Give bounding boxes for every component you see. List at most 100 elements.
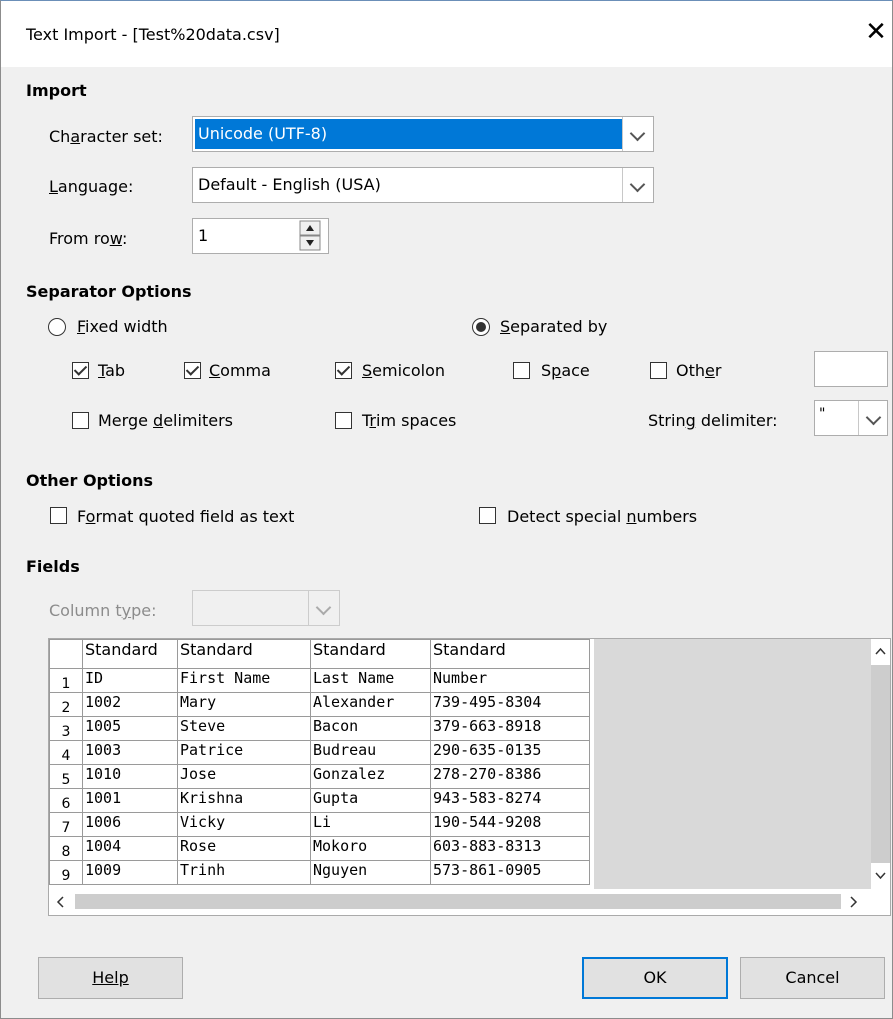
help-button[interactable]: Help [38, 957, 183, 999]
table-cell[interactable]: ID [82, 668, 178, 693]
table-cell[interactable]: Mokoro [310, 836, 431, 861]
semicolon-checkbox[interactable] [335, 362, 352, 379]
table-cell[interactable]: Last Name [310, 668, 431, 693]
chevron-down-icon[interactable] [308, 591, 339, 625]
other-checkbox[interactable] [650, 362, 667, 379]
table-cell[interactable]: 379-663-8918 [430, 716, 590, 741]
table-cell[interactable]: Trinh [177, 860, 311, 885]
scroll-down-icon[interactable] [871, 863, 890, 889]
table-cell[interactable]: Gonzalez [310, 764, 431, 789]
semicolon-label[interactable]: Semicolon [362, 361, 445, 380]
scroll-right-icon[interactable] [841, 889, 865, 915]
scroll-left-icon[interactable] [49, 889, 73, 915]
scroll-up-icon[interactable] [871, 639, 890, 665]
table-cell[interactable]: Rose [177, 836, 311, 861]
row-number[interactable]: 4 [49, 740, 83, 765]
chevron-down-icon[interactable] [622, 117, 653, 151]
space-checkbox[interactable] [513, 362, 530, 379]
table-cell[interactable]: 1005 [82, 716, 178, 741]
table-cell[interactable]: 603-883-8313 [430, 836, 590, 861]
separated-by-radio[interactable] [472, 318, 490, 336]
column-header[interactable]: Standard [430, 639, 590, 669]
table-cell[interactable]: 190-544-9208 [430, 812, 590, 837]
spin-arrows-icon[interactable] [298, 219, 326, 253]
other-input[interactable] [814, 351, 888, 387]
chevron-down-icon[interactable] [622, 168, 653, 202]
horizontal-scrollbar[interactable] [49, 889, 890, 915]
table-cell[interactable]: 1009 [82, 860, 178, 885]
table-cell[interactable]: 573-861-0905 [430, 860, 590, 885]
table-cell[interactable]: Budreau [310, 740, 431, 765]
table-row[interactable]: 4 1003 Patrice Budreau 290-635-0135 [49, 740, 590, 765]
table-cell[interactable]: Nguyen [310, 860, 431, 885]
table-cell[interactable]: 1003 [82, 740, 178, 765]
table-row[interactable]: 5 1010 Jose Gonzalez 278-270-8386 [49, 764, 590, 789]
other-label[interactable]: Other [676, 361, 721, 380]
table-cell[interactable]: 1002 [82, 692, 178, 717]
tab-checkbox[interactable] [72, 362, 89, 379]
table-row[interactable]: 9 1009 Trinh Nguyen 573-861-0905 [49, 860, 590, 885]
row-number[interactable]: 9 [49, 860, 83, 885]
row-number[interactable]: 6 [49, 788, 83, 813]
column-header[interactable]: Standard [82, 639, 178, 669]
table-row[interactable]: 6 1001 Krishna Gupta 943-583-8274 [49, 788, 590, 813]
table-cell[interactable]: Alexander [310, 692, 431, 717]
separated-by-label[interactable]: Separated by [500, 317, 607, 336]
row-number[interactable]: 5 [49, 764, 83, 789]
detect-special-label[interactable]: Detect special numbers [507, 507, 697, 526]
chevron-down-icon[interactable] [858, 401, 887, 435]
fixed-width-label[interactable]: Fixed width [77, 317, 168, 336]
table-cell[interactable]: Bacon [310, 716, 431, 741]
table-cell[interactable]: 290-635-0135 [430, 740, 590, 765]
detect-special-checkbox[interactable] [479, 507, 496, 524]
string-delimiter-select[interactable]: " [814, 400, 888, 436]
tab-label[interactable]: Tab [98, 361, 125, 380]
format-quoted-label[interactable]: Format quoted field as text [77, 507, 294, 526]
preview-table[interactable]: Standard Standard Standard Standard 1 ID F… [49, 639, 590, 885]
row-number[interactable]: 3 [49, 716, 83, 741]
table-cell[interactable]: 1010 [82, 764, 178, 789]
row-number[interactable]: 2 [49, 692, 83, 717]
table-row[interactable]: 1 ID First Name Last Name Number [49, 668, 590, 693]
fixed-width-radio[interactable] [48, 318, 66, 336]
close-icon[interactable]: ✕ [859, 15, 893, 49]
table-cell[interactable]: Number [430, 668, 590, 693]
cancel-button[interactable]: Cancel [740, 957, 885, 999]
table-cell[interactable]: 739-495-8304 [430, 692, 590, 717]
table-cell[interactable]: Patrice [177, 740, 311, 765]
table-cell[interactable]: Krishna [177, 788, 311, 813]
vertical-scrollbar[interactable] [871, 639, 890, 889]
merge-delimiters-label[interactable]: Merge delimiters [98, 411, 233, 430]
language-select[interactable]: Default - English (USA) [192, 167, 654, 203]
format-quoted-checkbox[interactable] [50, 507, 67, 524]
column-type-select[interactable] [192, 590, 340, 626]
table-row[interactable]: 8 1004 Rose Mokoro 603-883-8313 [49, 836, 590, 861]
row-number[interactable]: 7 [49, 812, 83, 837]
table-cell[interactable]: Steve [177, 716, 311, 741]
table-cell[interactable]: Gupta [310, 788, 431, 813]
trim-spaces-checkbox[interactable] [335, 412, 352, 429]
column-header[interactable]: Standard [310, 639, 431, 669]
fields-preview-grid[interactable]: Standard Standard Standard Standard 1 ID F… [48, 638, 891, 916]
row-stepper[interactable] [298, 219, 328, 253]
trim-spaces-label[interactable]: Trim spaces [362, 411, 456, 430]
table-cell[interactable]: 1004 [82, 836, 178, 861]
ok-button[interactable]: OK [582, 957, 728, 999]
merge-delimiters-checkbox[interactable] [72, 412, 89, 429]
table-row[interactable]: 2 1002 Mary Alexander 739-495-8304 [49, 692, 590, 717]
table-cell[interactable]: Vicky [177, 812, 311, 837]
table-cell[interactable]: 278-270-8386 [430, 764, 590, 789]
table-cell[interactable]: Li [310, 812, 431, 837]
row-number[interactable]: 1 [49, 668, 83, 693]
table-cell[interactable]: 943-583-8274 [430, 788, 590, 813]
column-header[interactable]: Standard [177, 639, 311, 669]
table-cell[interactable]: Mary [177, 692, 311, 717]
table-cell[interactable]: 1001 [82, 788, 178, 813]
row-number[interactable]: 8 [49, 836, 83, 861]
comma-checkbox[interactable] [184, 362, 201, 379]
table-cell[interactable]: 1006 [82, 812, 178, 837]
table-row[interactable]: 3 1005 Steve Bacon 379-663-8918 [49, 716, 590, 741]
charset-select[interactable]: Unicode (UTF-8) [192, 116, 654, 152]
comma-label[interactable]: Comma [209, 361, 271, 380]
table-cell[interactable]: First Name [177, 668, 311, 693]
